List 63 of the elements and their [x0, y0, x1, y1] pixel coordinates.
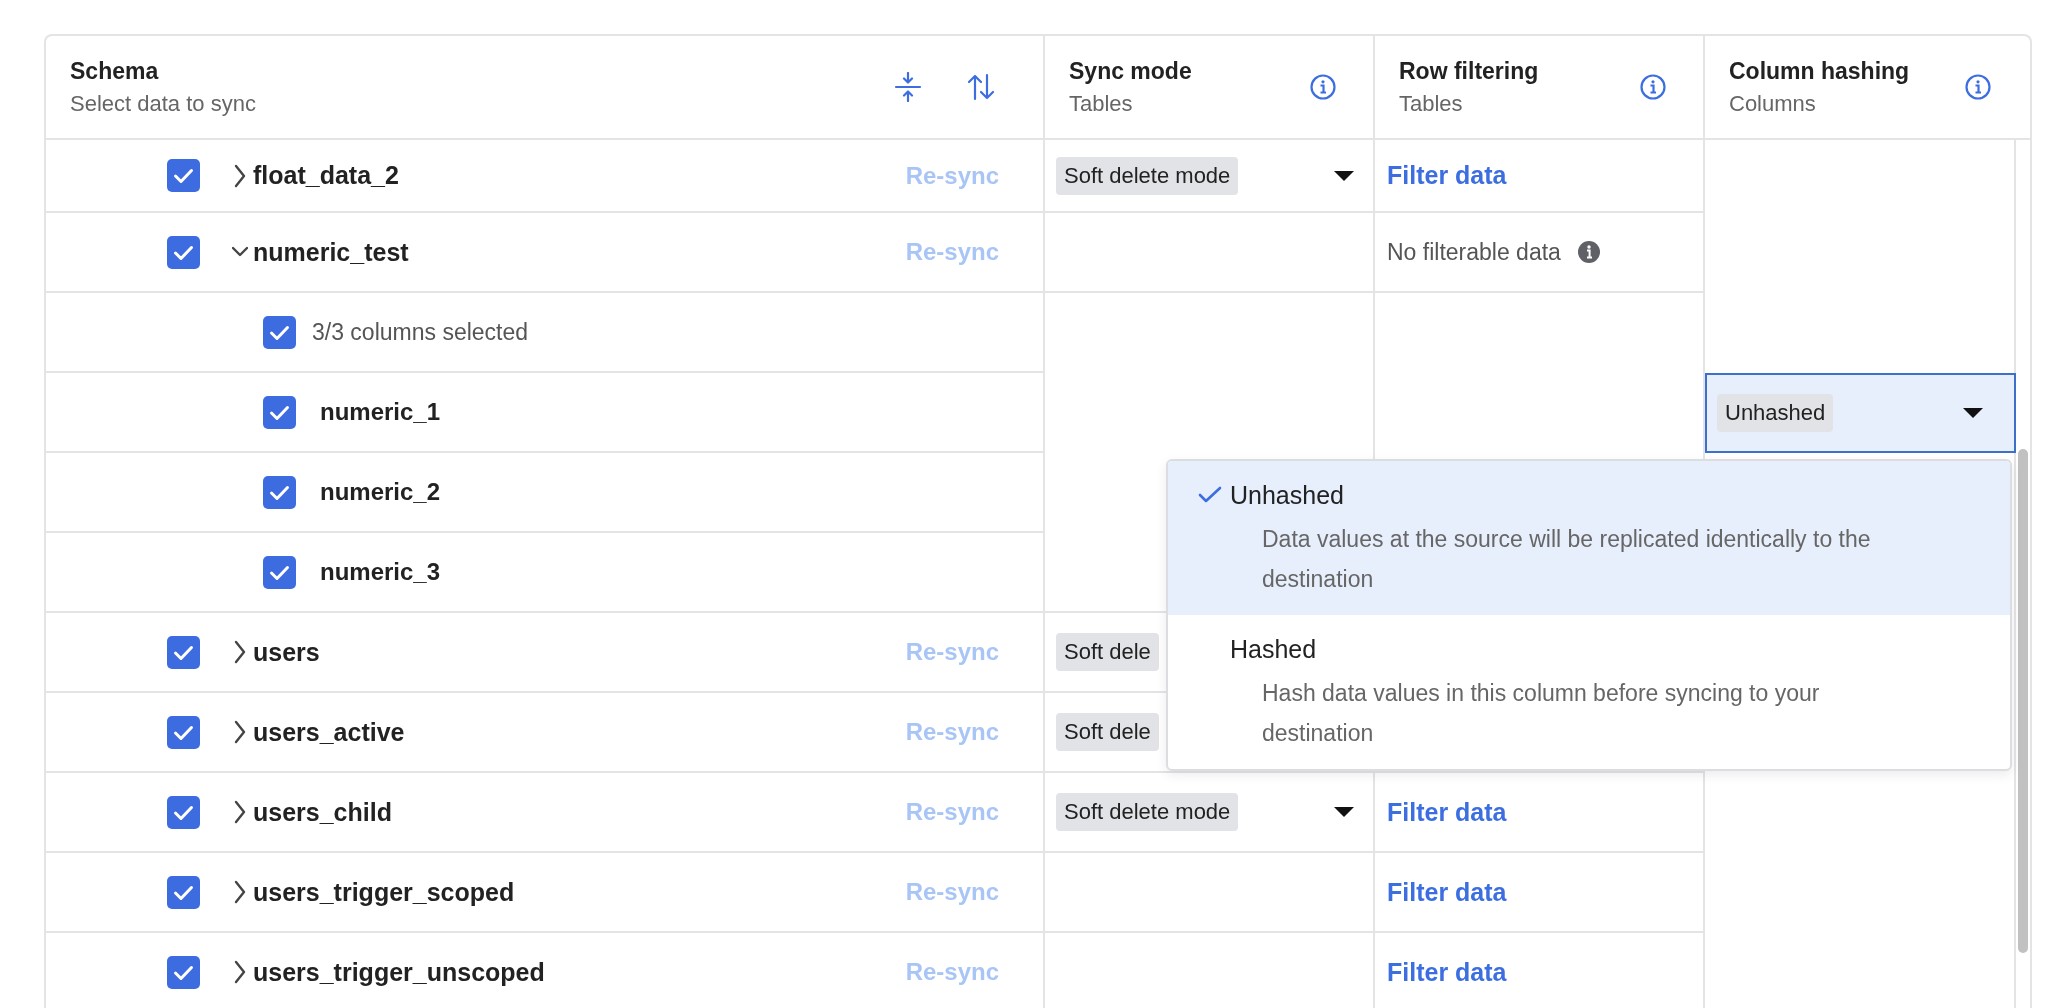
column-title: Sync mode: [1069, 57, 1192, 85]
column-name: numeric_3: [320, 558, 441, 586]
checkbox[interactable]: [167, 955, 200, 989]
chevron-right-icon[interactable]: [232, 719, 248, 745]
checkbox[interactable]: [263, 555, 296, 589]
checkbox[interactable]: [167, 159, 200, 192]
column-name: numeric_2: [320, 478, 441, 506]
sync-mode-dropdown[interactable]: Soft delete mode: [1056, 156, 1239, 195]
sync-mode-dropdown[interactable]: Soft dele: [1056, 713, 1159, 751]
hashing-dropdown[interactable]: Unhashed: [1705, 373, 2016, 453]
filter-link[interactable]: Filter data: [1387, 797, 1507, 827]
info-icon[interactable]: [1639, 73, 1667, 101]
collapse-icon[interactable]: [894, 72, 922, 102]
checkbox[interactable]: [167, 875, 200, 909]
caret-icon[interactable]: [1962, 407, 1984, 419]
sync-mode-dropdown[interactable]: Soft dele: [1056, 633, 1159, 671]
column-subtitle: Tables: [1399, 90, 1464, 117]
table-name: users: [253, 637, 320, 667]
filter-link[interactable]: Filter data: [1387, 161, 1507, 190]
column-subtitle: Tables: [1069, 90, 1134, 117]
sync-mode-dropdown[interactable]: Soft delete mode: [1056, 793, 1239, 831]
selection-summary: 3/3 columns selected: [312, 318, 529, 346]
table-name: users_active: [253, 717, 405, 747]
checkbox[interactable]: [263, 475, 296, 509]
chevron-right-icon[interactable]: [232, 639, 248, 665]
column-name: numeric_1: [320, 398, 441, 426]
option-title: Hashed: [1230, 634, 1317, 664]
filter-note: No filterable data: [1387, 238, 1561, 266]
info-icon[interactable]: [1964, 73, 1992, 101]
menu-option[interactable]: Hashed Hash data values in this column before syncing to your destination: [1168, 615, 2010, 769]
option-description: Hash data values in this column before syncing to your destination: [1261, 679, 1821, 748]
menu-option[interactable]: Unhashed Data values at the source will be replicated identically to the destination: [1168, 461, 2010, 615]
selected-value: Unhashed: [1717, 394, 1834, 432]
checkbox[interactable]: [167, 795, 200, 829]
checkbox[interactable]: [167, 715, 200, 749]
column-subtitle: Columns: [1729, 90, 1817, 117]
column-subtitle: Select data to sync: [70, 90, 256, 117]
table-name: users_trigger_unscoped: [253, 957, 545, 987]
filter-link[interactable]: Filter data: [1387, 957, 1507, 987]
table-name: numeric_test: [253, 237, 409, 267]
chevron-right-icon[interactable]: [232, 959, 248, 985]
checkbox[interactable]: [167, 235, 200, 269]
option-title: Unhashed: [1230, 480, 1344, 510]
caret-icon[interactable]: [1333, 806, 1355, 818]
caret-icon[interactable]: [1333, 169, 1355, 182]
sort-icon[interactable]: [967, 73, 995, 101]
column-title: Schema: [70, 57, 160, 85]
info-icon[interactable]: [1309, 73, 1337, 101]
column-title: Row filtering: [1399, 57, 1539, 85]
option-description: Data values at the source will be replicated identically to the destination: [1261, 525, 1872, 594]
checkbox[interactable]: [263, 395, 296, 429]
check-icon: [1198, 485, 1222, 505]
table-name: users_trigger_scoped: [253, 877, 515, 907]
chevron-right-icon[interactable]: [232, 162, 248, 189]
filter-link[interactable]: Filter data: [1387, 877, 1507, 907]
checkbox[interactable]: [263, 315, 296, 349]
chevron-right-icon[interactable]: [232, 879, 248, 905]
chevron-right-icon[interactable]: [232, 799, 248, 825]
table-name: users_child: [253, 797, 392, 827]
column-title: Column hashing: [1729, 57, 1910, 85]
checkbox[interactable]: [167, 635, 200, 669]
info-icon[interactable]: [1576, 240, 1601, 264]
table-name: float_data_2: [253, 161, 399, 190]
